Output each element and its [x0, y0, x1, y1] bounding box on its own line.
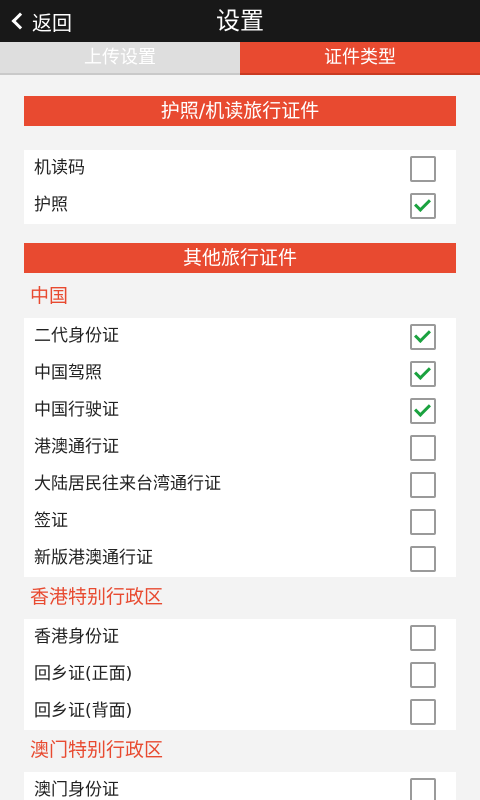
passport-list: 机读码 护照 — [24, 150, 456, 224]
list-item-label: 二代身份证 — [34, 326, 119, 346]
list-item-label: 澳门身份证 — [34, 780, 119, 800]
checkbox[interactable] — [410, 472, 436, 498]
page-title: 设置 — [216, 7, 264, 35]
list-item-label: 回乡证(正面) — [34, 664, 133, 684]
checkmark-icon — [414, 326, 431, 343]
title-bar: 返回 设置 — [0, 0, 480, 42]
checkbox[interactable] — [410, 193, 436, 219]
checkmark-icon — [414, 195, 431, 212]
group-label-china: 中国 — [30, 285, 69, 307]
checkmark-icon — [414, 400, 431, 417]
group-label-macau: 澳门特别行政区 — [30, 739, 164, 761]
list-item[interactable]: 中国行驶证 — [24, 392, 456, 429]
list-item-label: 中国行驶证 — [34, 400, 119, 420]
section-header-other: 其他旅行证件 — [24, 243, 456, 273]
tab-document-type[interactable]: 证件类型 — [240, 42, 480, 75]
list-item-label: 新版港澳通行证 — [34, 548, 153, 568]
list-item[interactable]: 香港身份证 — [24, 619, 456, 656]
list-item-label: 中国驾照 — [34, 363, 102, 383]
checkbox[interactable] — [410, 662, 436, 688]
checkmark-icon — [414, 363, 431, 380]
checkbox[interactable] — [410, 625, 436, 651]
list-item[interactable]: 二代身份证 — [24, 318, 456, 355]
checkbox[interactable] — [410, 361, 436, 387]
checkbox[interactable] — [410, 398, 436, 424]
macau-list: 澳门身份证 — [24, 772, 456, 800]
list-item-label: 机读码 — [34, 158, 85, 178]
list-item[interactable]: 中国驾照 — [24, 355, 456, 392]
list-item-label: 护照 — [34, 195, 68, 215]
list-item-label: 香港身份证 — [34, 627, 119, 647]
list-item[interactable]: 签证 — [24, 503, 456, 540]
list-item-label: 港澳通行证 — [34, 437, 119, 457]
checkbox[interactable] — [410, 156, 436, 182]
hong-kong-list: 香港身份证回乡证(正面) 回乡证(背面) — [24, 619, 456, 730]
list-item[interactable]: 护照 — [24, 187, 456, 224]
list-item[interactable]: 回乡证(正面) — [24, 656, 456, 693]
list-item[interactable]: 新版港澳通行证 — [24, 540, 456, 577]
checkbox[interactable] — [410, 509, 436, 535]
checkbox[interactable] — [410, 324, 436, 350]
checkbox[interactable] — [410, 546, 436, 572]
checkbox[interactable] — [410, 699, 436, 725]
china-list: 二代身份证中国驾照中国行驶证港澳通行证大陆居民往来台湾通行证 签证新版港澳通行证 — [24, 318, 456, 577]
group-label-hong-kong: 香港特别行政区 — [30, 586, 164, 608]
tab-upload-settings[interactable]: 上传设置 — [0, 42, 240, 75]
tab-bar: 上传设置 证件类型 — [0, 42, 480, 75]
list-item[interactable]: 澳门身份证 — [24, 772, 456, 800]
checkbox[interactable] — [410, 435, 436, 461]
list-item[interactable]: 港澳通行证 — [24, 429, 456, 466]
list-item[interactable]: 大陆居民往来台湾通行证 — [24, 466, 456, 503]
list-item-label: 签证 — [34, 511, 68, 531]
section-header-passport: 护照/机读旅行证件 — [24, 96, 456, 126]
checkbox[interactable] — [410, 778, 436, 800]
list-item[interactable]: 机读码 — [24, 150, 456, 187]
list-item[interactable]: 回乡证(背面) — [24, 693, 456, 730]
list-item-label: 回乡证(背面) — [34, 701, 133, 721]
list-item-label: 大陆居民往来台湾通行证 — [34, 474, 221, 494]
